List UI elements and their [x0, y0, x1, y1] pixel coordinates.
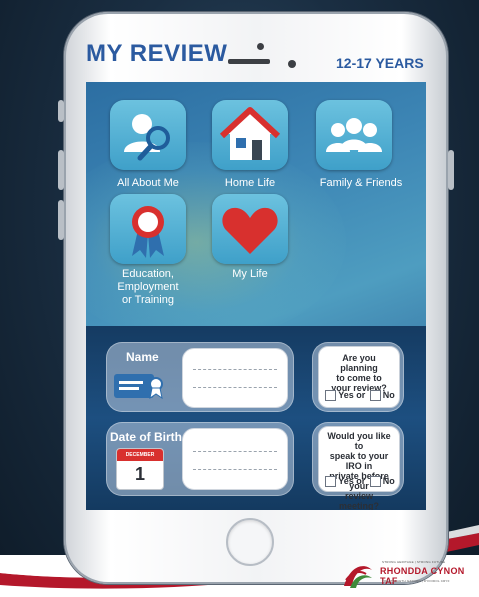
page-title: MY REVIEW	[86, 40, 228, 67]
private-no-checkbox[interactable]	[369, 476, 381, 487]
dob-label: Date of Birth	[110, 430, 182, 444]
attend-yes-checkbox[interactable]	[325, 390, 337, 401]
tile-label-line: or Training	[122, 294, 174, 306]
tile-home-life[interactable]	[212, 100, 288, 170]
no-label: No	[382, 389, 395, 400]
house-icon	[219, 107, 281, 160]
question-line: review meeting?	[338, 491, 379, 510]
question-line: speak to your IRO in	[329, 451, 389, 471]
question-attend-box: Are you planning to come to your review?…	[318, 346, 400, 408]
brand-name: RHONDDA CYNON TAF	[380, 566, 465, 586]
tile-all-about-me[interactable]	[110, 100, 186, 170]
tile-label-line: Employment	[117, 281, 179, 293]
tile-education[interactable]	[110, 194, 186, 264]
question-line: Are you planning	[340, 353, 378, 373]
speaker-slot	[228, 59, 270, 64]
tile-label-home-life: Home Life	[224, 177, 276, 189]
rhondda-cynon-taf-logo-icon	[344, 566, 372, 588]
input-line	[193, 451, 277, 452]
tile-label-family-friends: Family & Friends	[319, 177, 403, 189]
phone-screen: All About Me Home Life Family & Friends	[86, 82, 426, 510]
person-magnifier-icon	[124, 114, 170, 161]
tile-family-friends[interactable]	[316, 100, 392, 170]
tile-label-my-life: My Life	[232, 268, 268, 280]
tile-label-line: Education,	[122, 268, 174, 280]
private-yes-no: Yes or No	[319, 476, 399, 487]
calendar-month: DECEMBER	[117, 449, 163, 461]
yes-label: Yes or	[338, 389, 366, 400]
volume-down-button	[58, 200, 64, 240]
volume-up-button	[58, 150, 64, 190]
calendar-icon: DECEMBER 1	[116, 448, 164, 490]
tile-label-all-about-me: All About Me	[117, 177, 179, 189]
private-yes-checkbox[interactable]	[325, 476, 337, 487]
question-line: to come to	[336, 373, 382, 383]
input-line	[193, 469, 277, 470]
volume-mute-switch	[58, 100, 64, 122]
rosette-award-icon	[132, 206, 164, 258]
tile-my-life[interactable]	[212, 194, 288, 264]
yes-label: Yes or	[338, 475, 366, 486]
attend-yes-no: Yes or No	[319, 390, 399, 401]
heart-icon	[222, 207, 278, 254]
question-line: Would you like to	[327, 431, 391, 451]
question-attend-text: Are you planning to come to your review?	[325, 353, 393, 393]
brand-tagline-right: TREFTADAETH GADARN | DYFODOL CRYF	[382, 579, 450, 583]
brand-tagline-left: STRONG HERITAGE | STRONG FUTURE	[382, 560, 446, 564]
dob-input[interactable]	[182, 428, 288, 490]
question-private-box: Would you like to speak to your IRO in p…	[318, 426, 400, 510]
question-private-text: Would you like to speak to your IRO in p…	[325, 431, 393, 510]
people-group-icon	[326, 118, 382, 152]
sensor-dot	[288, 60, 296, 68]
id-card-icon	[114, 374, 163, 400]
name-input[interactable]	[182, 348, 288, 408]
attend-no-checkbox[interactable]	[369, 390, 381, 401]
tile-label-education: Education, Employment or Training	[100, 268, 196, 307]
no-label: No	[382, 475, 395, 486]
age-range-label: 12-17 YEARS	[336, 55, 424, 71]
power-button	[448, 150, 454, 190]
name-label: Name	[126, 350, 159, 364]
home-button[interactable]	[226, 518, 274, 566]
input-line	[193, 387, 277, 388]
camera-dot	[257, 43, 264, 50]
input-line	[193, 369, 277, 370]
calendar-day: 1	[134, 464, 145, 484]
